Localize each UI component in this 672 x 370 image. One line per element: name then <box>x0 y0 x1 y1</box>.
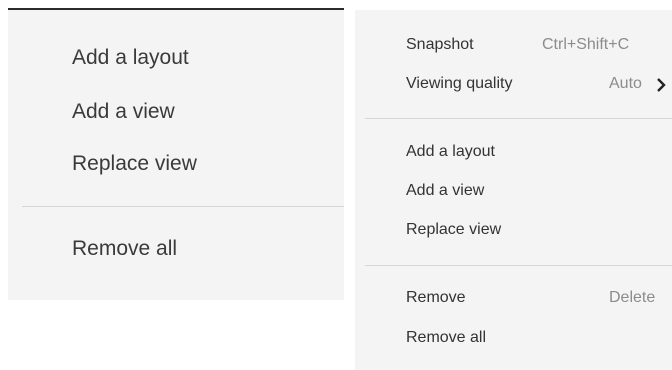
menu-separator <box>22 206 344 207</box>
menu-item-remove-all[interactable]: Remove all <box>406 329 486 347</box>
menu-item-add-view[interactable]: Add a view <box>406 182 484 200</box>
screenshot-stage: Add a layout Add a view Replace view Rem… <box>0 0 672 370</box>
menu-separator <box>365 265 672 266</box>
context-menu: Snapshot Ctrl+Shift+C Viewing quality Au… <box>355 10 672 370</box>
menu-item-remove[interactable]: Remove <box>406 289 466 307</box>
context-menu-zoomed: Add a layout Add a view Replace view Rem… <box>8 10 344 300</box>
menu-item-add-layout[interactable]: Add a layout <box>406 143 495 161</box>
snapshot-shortcut: Ctrl+Shift+C <box>542 36 630 53</box>
menu-separator <box>365 118 672 119</box>
viewing-quality-value: Auto <box>609 75 642 92</box>
menu-item-remove-all[interactable]: Remove all <box>72 237 177 261</box>
menu-item-viewing-quality[interactable]: Viewing quality <box>406 75 512 93</box>
menu-item-add-view[interactable]: Add a view <box>72 100 175 124</box>
menu-item-snapshot[interactable]: Snapshot <box>406 36 474 54</box>
remove-shortcut: Delete <box>609 289 656 306</box>
menu-item-replace-view[interactable]: Replace view <box>406 221 501 239</box>
menu-item-add-layout[interactable]: Add a layout <box>72 46 189 70</box>
chevron-right-icon <box>657 78 666 92</box>
menu-item-replace-view[interactable]: Replace view <box>72 152 197 176</box>
